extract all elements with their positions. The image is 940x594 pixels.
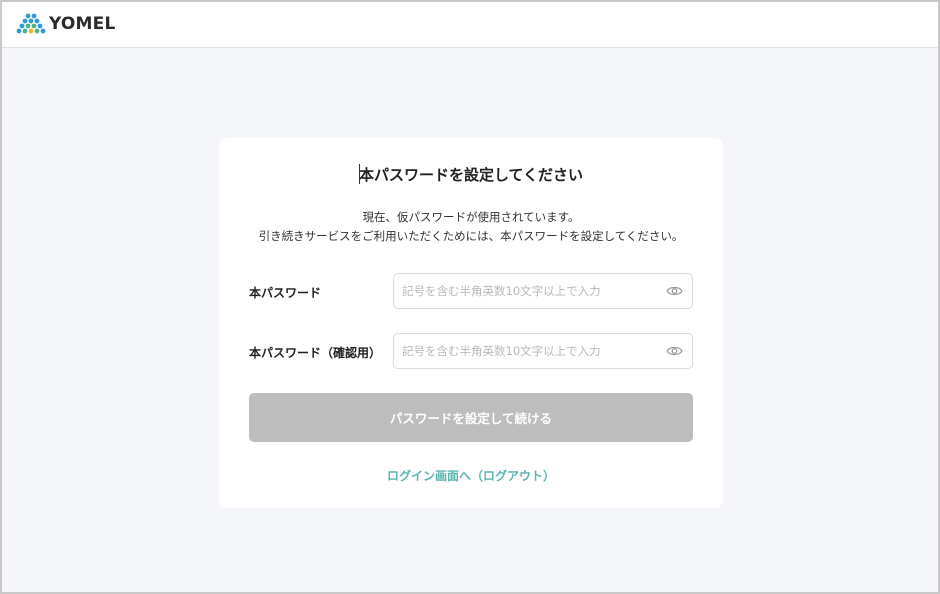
description-line-1: 現在、仮パスワードが使用されています。 [362, 210, 580, 224]
set-password-button[interactable]: パスワードを設定して続ける [249, 393, 693, 442]
password-confirm-field [393, 333, 693, 369]
password-confirm-label: 本パスワード（確認用） [249, 346, 382, 360]
app-header: YOMEL [0, 0, 940, 48]
eye-icon[interactable] [666, 344, 683, 358]
logo[interactable]: YOMEL [16, 12, 116, 36]
password-input[interactable] [394, 274, 659, 308]
logout-link[interactable]: ログイン画面へ（ログアウト） [219, 467, 723, 484]
password-label: 本パスワード [249, 286, 322, 300]
password-confirm-input[interactable] [394, 334, 659, 368]
description-line-2: 引き続きサービスをご利用いただくためには、本パスワードを設定してください。 [258, 229, 684, 243]
description: 現在、仮パスワードが使用されています。 引き続きサービスをご利用いただくためには… [219, 208, 723, 246]
text-caret [359, 164, 360, 184]
yomel-logo-icon [16, 13, 46, 34]
password-card: 本パスワードを設定してください 現在、仮パスワードが使用されています。 引き続き… [219, 138, 723, 508]
eye-icon[interactable] [666, 284, 683, 298]
page-title: 本パスワードを設定してください [358, 166, 584, 184]
logo-text: YOMEL [49, 14, 116, 34]
password-field [393, 273, 693, 309]
